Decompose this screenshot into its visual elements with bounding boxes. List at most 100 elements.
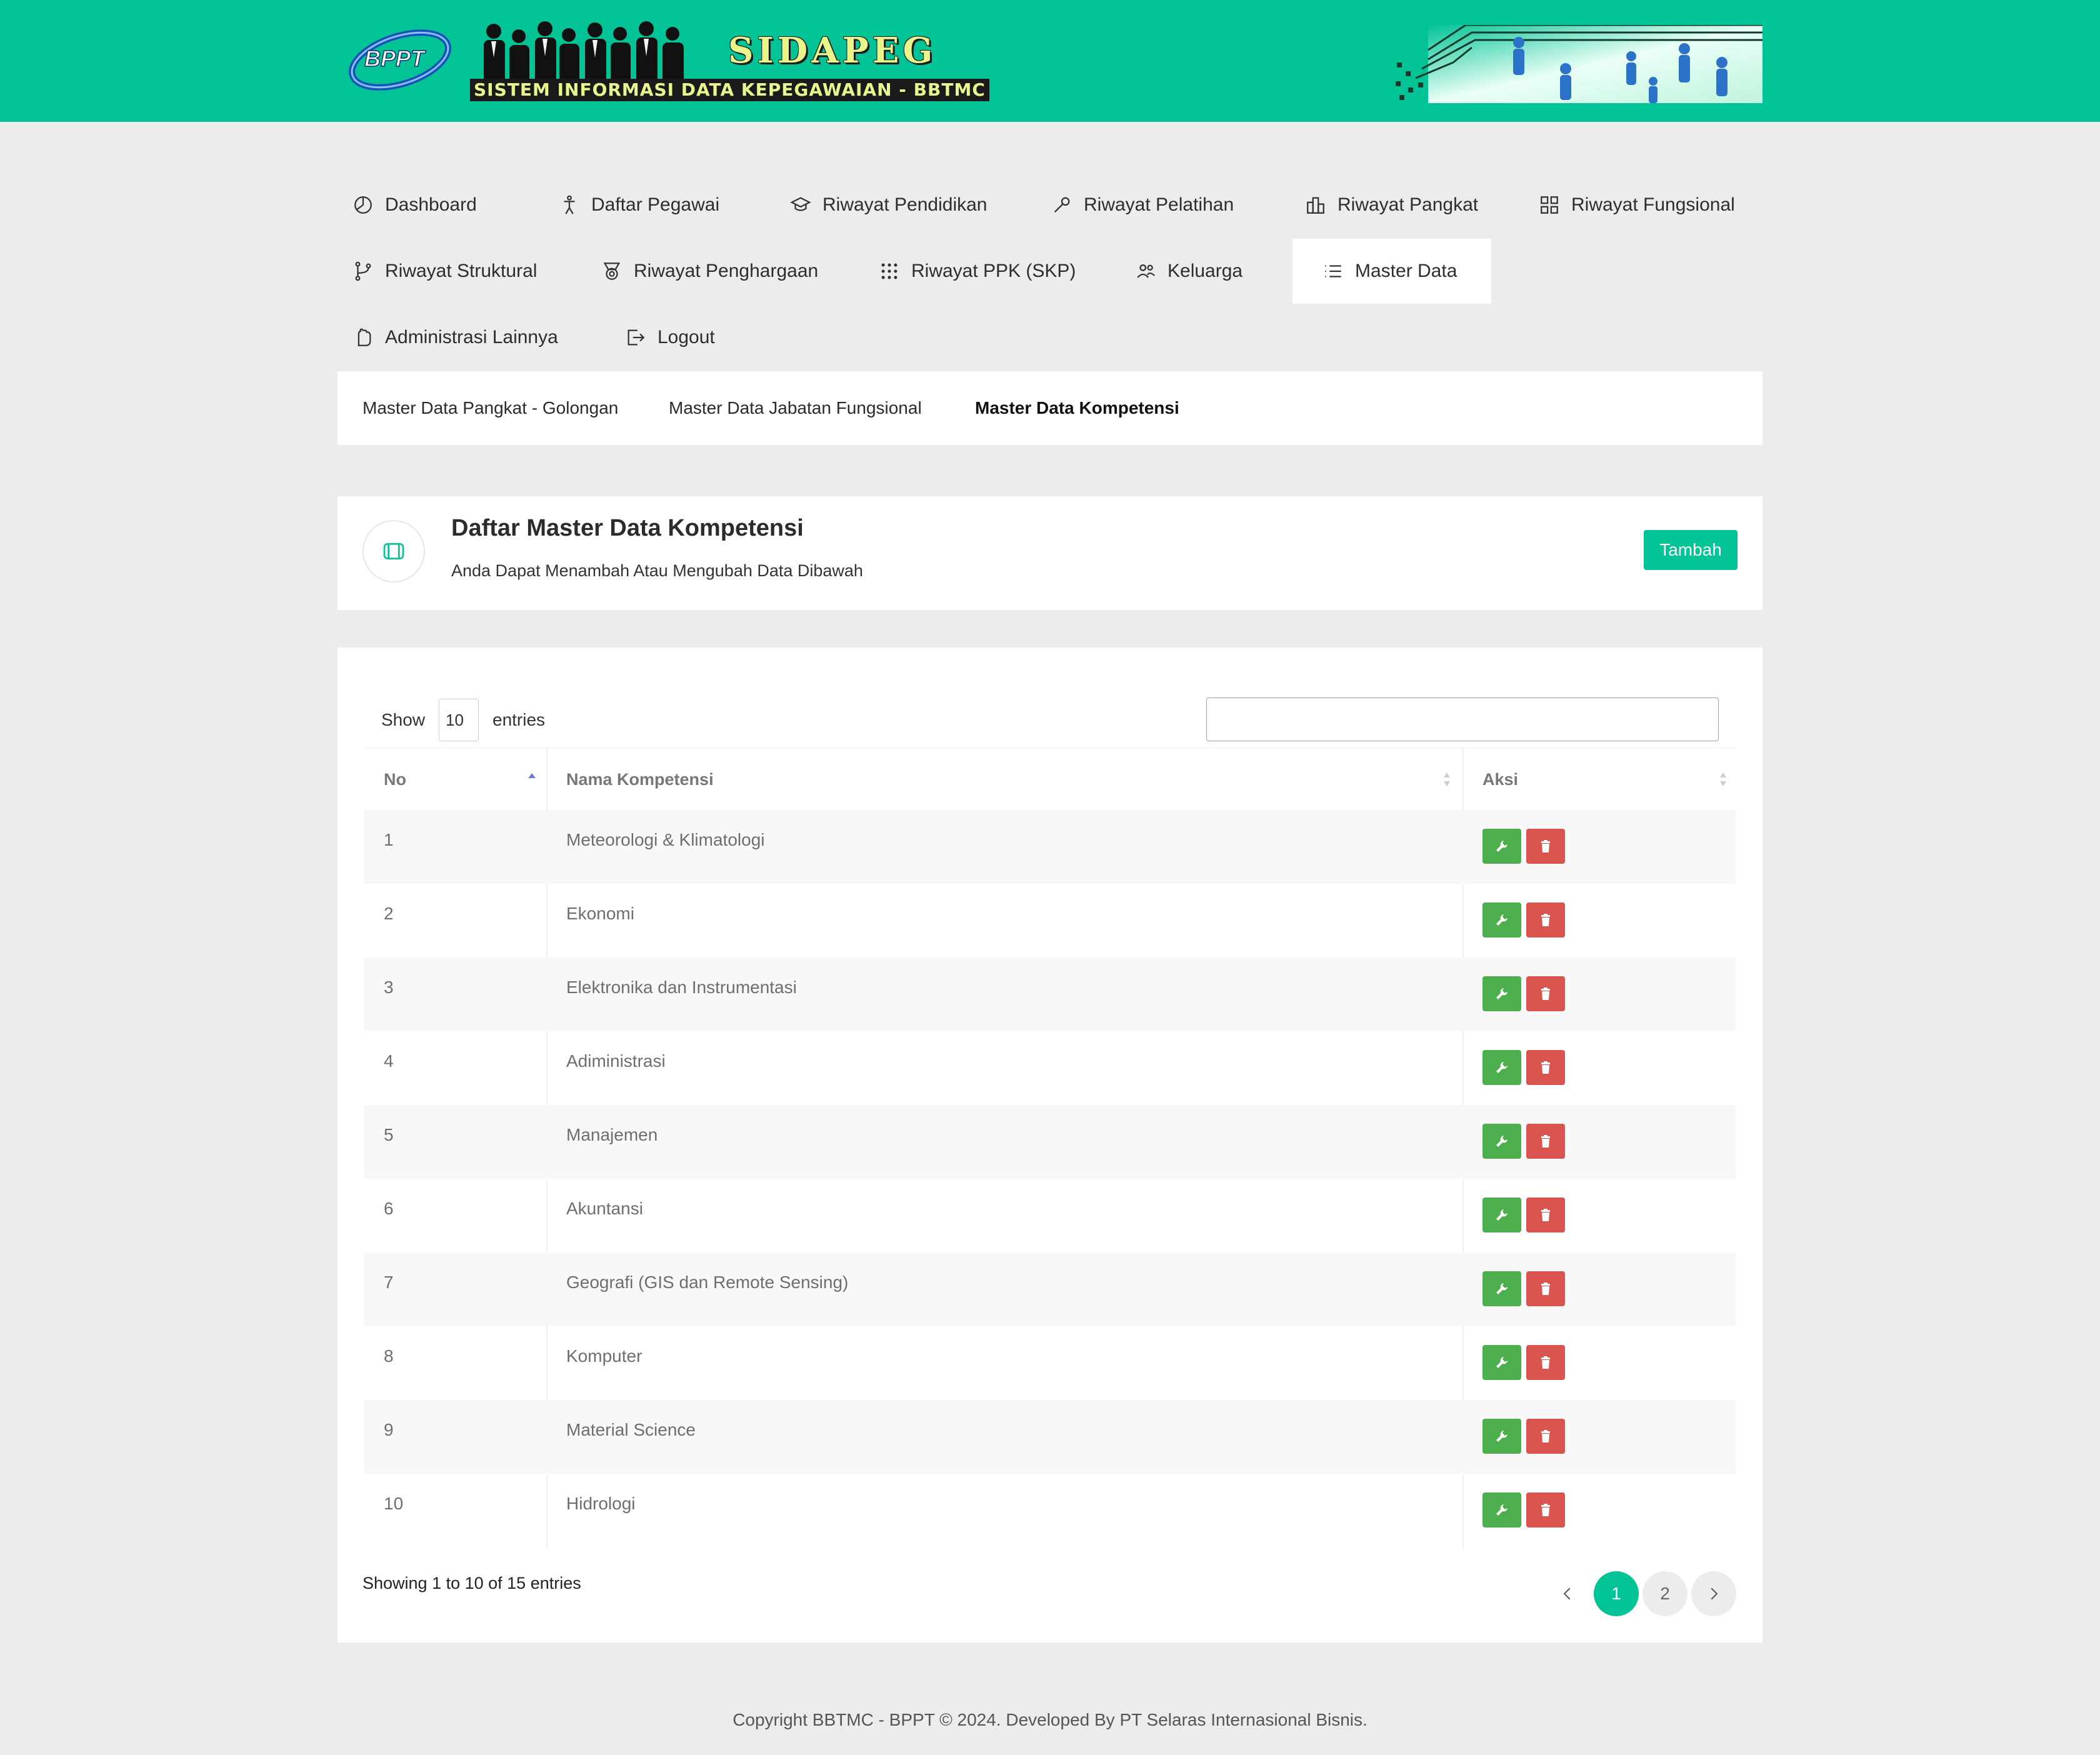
cell-nama-kompetensi: Meteorologi & Klimatologi <box>566 830 765 849</box>
column-header-nama[interactable]: Nama Kompetensi <box>566 748 714 811</box>
nav-item-master-data[interactable]: Master Data <box>1292 239 1491 304</box>
table-header: No Nama Kompetensi Aksi <box>364 748 1736 811</box>
edit-button[interactable] <box>1482 1419 1521 1454</box>
nav-label: Logout <box>658 327 715 348</box>
wrench-icon <box>1496 914 1508 926</box>
pagination-page-2[interactable]: 2 <box>1642 1571 1688 1616</box>
tablet-icon <box>383 543 404 559</box>
main-nav: Dashboard Daftar Pegawai Riwayat Pendidi… <box>338 172 1762 371</box>
delete-button[interactable] <box>1526 829 1565 864</box>
nav-item-administrasi-lainnya[interactable]: Administrasi Lainnya <box>338 305 573 370</box>
wrench-icon <box>1496 1431 1508 1442</box>
nav-item-riwayat-penghargaan[interactable]: Riwayat Penghargaan <box>586 239 833 304</box>
trash-icon <box>1541 1430 1550 1442</box>
wrench-icon <box>1496 1283 1508 1294</box>
table-row: 1 Meteorologi & Klimatologi <box>364 810 1736 884</box>
column-header-aksi[interactable]: Aksi <box>1482 748 1518 811</box>
pagination-page-1[interactable]: 1 <box>1594 1571 1639 1616</box>
wrench-icon <box>1496 988 1508 999</box>
delete-button[interactable] <box>1526 1345 1565 1380</box>
nav-item-riwayat-pangkat[interactable]: Riwayat Pangkat <box>1290 172 1493 238</box>
edit-button[interactable] <box>1482 1492 1521 1528</box>
chevron-right-icon <box>1711 1588 1718 1600</box>
edit-button[interactable] <box>1482 1198 1521 1232</box>
table-row: 10 Hidrologi <box>364 1474 1736 1548</box>
cell-nama-kompetensi: Ekonomi <box>566 904 634 923</box>
sort-both-icon[interactable] <box>1442 771 1451 788</box>
delete-button[interactable] <box>1526 1198 1565 1232</box>
delete-button[interactable] <box>1526 1419 1565 1454</box>
cell-no: 6 <box>384 1199 394 1218</box>
trash-icon <box>1541 1135 1550 1148</box>
delete-button[interactable] <box>1526 1492 1565 1528</box>
page-title: Daftar Master Data Kompetensi <box>451 515 804 541</box>
list-icon <box>1322 261 1344 282</box>
sort-asc-icon[interactable] <box>528 771 536 788</box>
nav-item-riwayat-pendidikan[interactable]: Riwayat Pendidikan <box>775 172 1002 238</box>
edit-button[interactable] <box>1482 1124 1521 1159</box>
nav-item-riwayat-ppk[interactable]: Riwayat PPK (SKP) <box>864 239 1091 304</box>
logout-icon <box>625 327 646 348</box>
page-header-panel: Daftar Master Data Kompetensi Anda Dapat… <box>338 496 1762 610</box>
delete-button[interactable] <box>1526 1271 1565 1306</box>
wrench-icon <box>1496 841 1508 852</box>
nav-label: Dashboard <box>385 194 477 215</box>
header-bar: BPPT SIDAPEG SISTEM INFORMASI DATA KEPEG… <box>0 0 2100 122</box>
subnav-pangkat-golongan[interactable]: Master Data Pangkat - Golongan <box>362 371 618 445</box>
cell-no: 5 <box>384 1125 394 1144</box>
nav-item-riwayat-struktural[interactable]: Riwayat Struktural <box>338 239 552 304</box>
delete-button[interactable] <box>1526 902 1565 938</box>
edit-button[interactable] <box>1482 1345 1521 1380</box>
edit-button[interactable] <box>1482 829 1521 864</box>
table-row: 9 Material Science <box>364 1400 1736 1474</box>
show-label: Show <box>381 710 426 729</box>
edit-button[interactable] <box>1482 902 1521 938</box>
cell-nama-kompetensi: Elektronika dan Instrumentasi <box>566 978 797 997</box>
cell-no: 4 <box>384 1051 394 1071</box>
column-header-no[interactable]: No <box>384 748 406 811</box>
cell-no: 9 <box>384 1420 394 1439</box>
cell-nama-kompetensi: Adiministrasi <box>566 1051 666 1071</box>
nav-label: Riwayat PPK (SKP) <box>911 261 1076 281</box>
cell-nama-kompetensi: Hidrologi <box>566 1494 636 1513</box>
trash-icon <box>1541 988 1550 1000</box>
nav-label: Riwayat Pangkat <box>1338 194 1479 215</box>
nav-item-riwayat-pelatihan[interactable]: Riwayat Pelatihan <box>1036 172 1249 238</box>
subnav-jabatan-fungsional[interactable]: Master Data Jabatan Fungsional <box>669 371 922 445</box>
nav-label: Administrasi Lainnya <box>385 327 558 348</box>
entries-per-page-select[interactable]: 10 <box>439 699 479 741</box>
pagination-next-button[interactable] <box>1691 1571 1736 1616</box>
edit-button[interactable] <box>1482 976 1521 1011</box>
nav-label: Keluarga <box>1168 261 1243 281</box>
trash-icon <box>1541 1282 1550 1295</box>
cell-nama-kompetensi: Komputer <box>566 1346 642 1366</box>
delete-button[interactable] <box>1526 1050 1565 1085</box>
app-name: SIDAPEG <box>728 30 937 71</box>
pagination-prev-button[interactable] <box>1545 1571 1590 1616</box>
delete-button[interactable] <box>1526 1124 1565 1159</box>
bppt-logo[interactable]: BPPT <box>347 21 453 95</box>
nav-item-logout[interactable]: Logout <box>610 305 730 370</box>
edit-button[interactable] <box>1482 1050 1521 1085</box>
cell-no: 2 <box>384 904 394 923</box>
nav-item-daftar-pegawai[interactable]: Daftar Pegawai <box>544 172 734 238</box>
nav-label: Master Data <box>1355 261 1458 281</box>
cell-nama-kompetensi: Akuntansi <box>566 1199 643 1218</box>
table-info: Showing 1 to 10 of 15 entries <box>362 1574 581 1592</box>
nav-item-riwayat-fungsional[interactable]: Riwayat Fungsional <box>1524 172 1750 238</box>
wrench-icon <box>1496 1357 1508 1368</box>
table-panel: Show 10 entries No Nama Kompetensi Aksi … <box>338 648 1762 1642</box>
add-button[interactable]: Tambah <box>1644 530 1738 570</box>
search-input[interactable] <box>1206 698 1719 741</box>
nav-item-dashboard[interactable]: Dashboard <box>338 172 492 238</box>
sort-both-icon[interactable] <box>1719 771 1728 788</box>
app-root: BPPT SIDAPEG SISTEM INFORMASI DATA KEPEG… <box>0 0 2100 1755</box>
edit-button[interactable] <box>1482 1271 1521 1306</box>
cell-nama-kompetensi: Geografi (GIS dan Remote Sensing) <box>566 1272 849 1292</box>
people-silhouettes-graphic <box>484 21 684 84</box>
trash-icon <box>1541 1209 1550 1221</box>
delete-button[interactable] <box>1526 976 1565 1011</box>
table-row: 4 Adiministrasi <box>364 1031 1736 1105</box>
subnav-kompetensi[interactable]: Master Data Kompetensi <box>975 371 1179 445</box>
nav-item-keluarga[interactable]: Keluarga <box>1120 239 1258 304</box>
